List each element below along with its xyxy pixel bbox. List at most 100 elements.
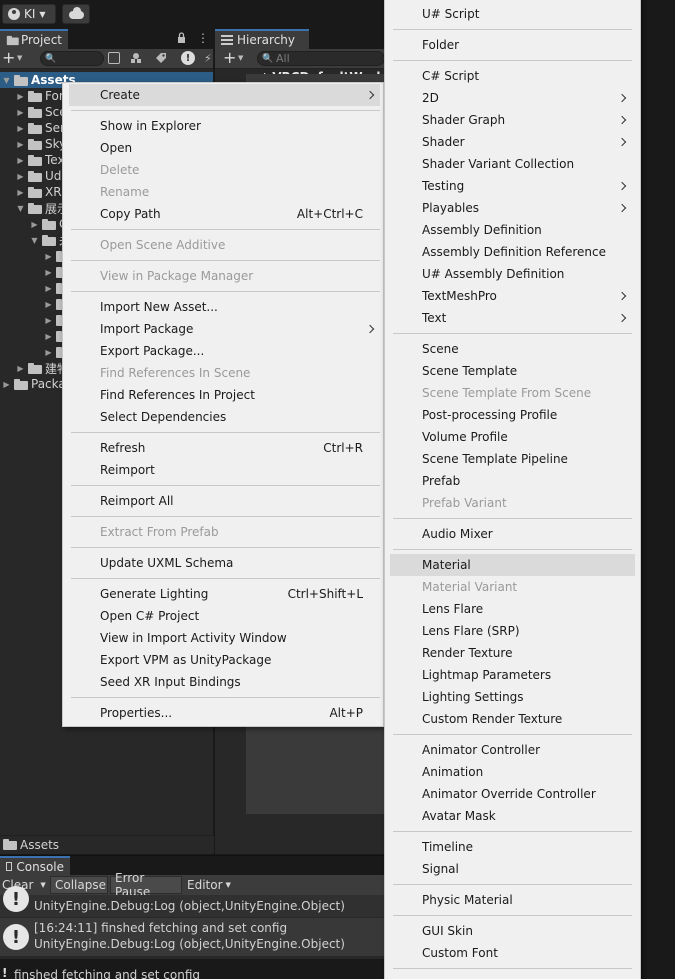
collapsed-arrow-icon[interactable]: ▶ [44,268,53,277]
editor-dropdown[interactable]: Editor ▼ [183,876,233,894]
account-dropdown[interactable]: KI ▼ [2,4,56,24]
menu-item-2d[interactable]: 2D [385,87,640,109]
label-filter-icon[interactable] [155,52,167,64]
menu-item-scene-template[interactable]: Scene Template [385,360,640,382]
hierarchy-search-input[interactable]: 🔍 All [257,51,385,66]
log-entry[interactable]: ! UnityEngine.Debug:Log (object,UnityEng… [0,886,385,917]
menu-item-animator-override-controller[interactable]: Animator Override Controller [385,783,640,805]
collapsed-arrow-icon[interactable]: ▶ [44,252,53,261]
collapsed-arrow-icon[interactable]: ▶ [44,316,53,325]
menu-item-lighting-settings[interactable]: Lighting Settings [385,686,640,708]
add-icon[interactable]: + [223,49,236,67]
cloud-button[interactable] [62,4,90,24]
menu-item-gui-skin[interactable]: GUI Skin [385,920,640,942]
menu-item-scene-template-pipeline[interactable]: Scene Template Pipeline [385,448,640,470]
menu-item-testing[interactable]: Testing [385,175,640,197]
add-icon[interactable]: + [2,49,15,67]
lock-icon[interactable] [177,32,186,44]
menu-item-assembly-definition[interactable]: Assembly Definition [385,219,640,241]
menu-item-lens-flare-srp[interactable]: Lens Flare (SRP) [385,620,640,642]
chevron-down-icon[interactable]: ▼ [238,54,243,62]
collapsed-arrow-icon[interactable]: ▶ [44,348,53,357]
menu-item-show-in-explorer[interactable]: Show in Explorer [63,115,383,137]
collapsed-arrow-icon[interactable]: ▶ [44,300,53,309]
breadcrumb[interactable]: Assets [0,835,214,853]
menu-item-custom-render-texture[interactable]: Custom Render Texture [385,708,640,730]
collapsed-arrow-icon[interactable]: ▶ [16,172,25,181]
expand-arrow-icon[interactable]: ▼ [2,76,11,85]
menu-item-timeline[interactable]: Timeline [385,836,640,858]
collapsed-arrow-icon[interactable]: ▶ [16,188,25,197]
menu-item-import-package[interactable]: Import Package [63,318,383,340]
collapsed-arrow-icon[interactable]: ▶ [16,364,25,373]
menu-item-create[interactable]: Create [69,84,380,106]
collapsed-arrow-icon[interactable]: ▶ [44,332,53,341]
log-entry[interactable]: ! [16:24:11] finshed fetching and set co… [0,918,385,956]
menu-item-export-package[interactable]: Export Package... [63,340,383,362]
menu-item-audio-mixer[interactable]: Audio Mixer [385,523,640,545]
menu-item-reimport[interactable]: Reimport [63,459,383,481]
menu-item-view-in-import-activity-window[interactable]: View in Import Activity Window [63,627,383,649]
tab-console[interactable]: Console [0,856,70,875]
warning-filter-icon[interactable]: ! [181,51,195,65]
menu-item-signal[interactable]: Signal [385,858,640,880]
chevron-down-icon[interactable]: ▼ [40,881,45,889]
menu-item-render-texture[interactable]: Render Texture [385,642,640,664]
menu-item-prefab[interactable]: Prefab [385,470,640,492]
menu-item-copy-path[interactable]: Copy Path Alt+Ctrl+C [63,203,383,225]
collapsed-arrow-icon[interactable]: ▶ [16,108,25,117]
chevron-down-icon[interactable]: ▼ [17,54,22,62]
menu-item-shader[interactable]: Shader [385,131,640,153]
project-search-input[interactable]: 🔍 [40,51,104,66]
menu-item-shader-graph[interactable]: Shader Graph [385,109,640,131]
hidden-packages-icon[interactable]: ⚡ [204,52,212,65]
menu-item-playables[interactable]: Playables [385,197,640,219]
menu-item-animator-controller[interactable]: Animator Controller [385,739,640,761]
menu-item-lens-flare[interactable]: Lens Flare [385,598,640,620]
menu-item-refresh[interactable]: Refresh Ctrl+R [63,437,383,459]
menu-item-lightmap-parameters[interactable]: Lightmap Parameters [385,664,640,686]
menu-item-avatar-mask[interactable]: Avatar Mask [385,805,640,827]
collapsed-arrow-icon[interactable]: ▶ [16,156,25,165]
menu-item-shader-variant-collection[interactable]: Shader Variant Collection [385,153,640,175]
menu-item-physic-material[interactable]: Physic Material [385,889,640,911]
menu-item-find-references-in-project[interactable]: Find References In Project [63,384,383,406]
expand-arrow-icon[interactable]: ▼ [16,204,25,213]
menu-item-reimport-all[interactable]: Reimport All [63,490,383,512]
menu-item-scene[interactable]: Scene [385,338,640,360]
menu-item-textmeshpro[interactable]: TextMeshPro [385,285,640,307]
menu-item-properties[interactable]: Properties... Alt+P [63,702,383,724]
menu-item-u-assembly-definition[interactable]: U# Assembly Definition [385,263,640,285]
type-filter-icon[interactable] [130,52,142,64]
menu-item-l[interactable]: L [385,973,640,979]
scene-filter-icon[interactable] [108,52,120,64]
menu-item-text[interactable]: Text [385,307,640,329]
menu-item-folder[interactable]: Folder [385,34,640,56]
menu-item-material[interactable]: Material [390,554,635,576]
tab-project[interactable]: Project [0,29,68,49]
more-options-icon[interactable]: ⋮ [197,31,209,45]
menu-item-assembly-definition-reference[interactable]: Assembly Definition Reference [385,241,640,263]
menu-item-volume-profile[interactable]: Volume Profile [385,426,640,448]
menu-item-animation[interactable]: Animation [385,761,640,783]
collapse-button[interactable]: Collapse [50,876,108,894]
collapsed-arrow-icon[interactable]: ▶ [16,124,25,133]
menu-item-c-script[interactable]: C# Script [385,65,640,87]
collapsed-arrow-icon[interactable]: ▶ [30,220,39,229]
collapsed-arrow-icon[interactable]: ▶ [2,380,11,389]
menu-item-select-dependencies[interactable]: Select Dependencies [63,406,383,428]
menu-item-update-uxml-schema[interactable]: Update UXML Schema [63,552,383,574]
menu-item-post-processing-profile[interactable]: Post-processing Profile [385,404,640,426]
error-pause-button[interactable]: Error Pause [110,871,182,899]
collapsed-arrow-icon[interactable]: ▶ [44,284,53,293]
collapsed-arrow-icon[interactable]: ▶ [16,140,25,149]
menu-item-custom-font[interactable]: Custom Font [385,942,640,964]
expand-arrow-icon[interactable]: ▼ [30,236,39,245]
menu-item-open[interactable]: Open [63,137,383,159]
menu-item-generate-lighting[interactable]: Generate Lighting Ctrl+Shift+L [63,583,383,605]
menu-item-import-new-asset[interactable]: Import New Asset... [63,296,383,318]
menu-item-export-vpm-as-unitypackage[interactable]: Export VPM as UnityPackage [63,649,383,671]
tab-hierarchy[interactable]: Hierarchy [215,29,309,49]
menu-item-open-c-project[interactable]: Open C# Project [63,605,383,627]
collapsed-arrow-icon[interactable]: ▶ [16,92,25,101]
